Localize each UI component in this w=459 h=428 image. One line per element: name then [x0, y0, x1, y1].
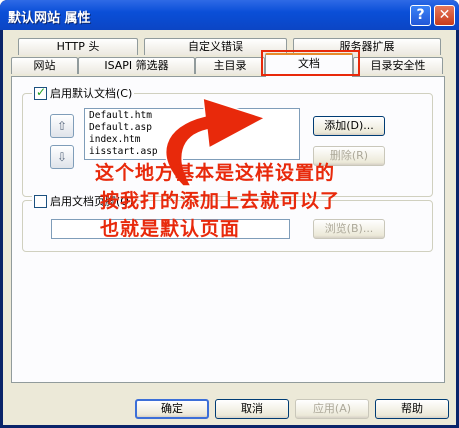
window-title: 默认网站 属性	[8, 11, 91, 26]
enable-footer-checkbox[interactable]	[34, 194, 47, 208]
move-down-button[interactable]: ⇩	[50, 145, 74, 169]
cancel-button[interactable]: 取消	[215, 399, 289, 419]
browse-button[interactable]: 浏览(B)...	[313, 219, 385, 239]
tab-home-directory[interactable]: 主目录	[195, 57, 265, 74]
tab-directory-security[interactable]: 目录安全性	[353, 57, 443, 74]
move-up-button[interactable]: ⇧	[50, 114, 74, 138]
ok-button[interactable]: 确定	[135, 399, 209, 419]
annotation-line-1: 这个地方基本是这样设置的	[95, 162, 336, 184]
tab-isapi-filters[interactable]: ISAPI 筛选器	[78, 57, 195, 74]
default-document-legend: 启用默认文档(C)	[32, 85, 135, 101]
help-title-button[interactable]: ?	[410, 5, 431, 26]
add-button[interactable]: 添加(D)...	[313, 116, 385, 136]
tab-highlight-box	[261, 50, 360, 76]
title-bar: 默认网站 属性 ? ✕	[0, 0, 459, 30]
enable-default-label[interactable]: 启用默认文档(C)	[50, 85, 132, 101]
help-button[interactable]: 帮助	[375, 399, 449, 419]
tab-website[interactable]: 网站	[11, 57, 78, 74]
annotation-line-2: 按我打的添加上去就可以了	[100, 190, 341, 212]
enable-default-checkbox[interactable]	[34, 85, 47, 100]
properties-window: 默认网站 属性 ? ✕ HTTP 头 自定义错误 服务器扩展 网站 ISAPI …	[0, 0, 459, 428]
close-button[interactable]: ✕	[434, 5, 455, 26]
tab-http-headers[interactable]: HTTP 头	[18, 38, 138, 55]
apply-button[interactable]: 应用(A)	[295, 399, 369, 419]
dialog-client: HTTP 头 自定义错误 服务器扩展 网站 ISAPI 筛选器 主目录 文档 目…	[3, 30, 456, 425]
annotation-line-3: 也就是默认页面	[100, 218, 241, 240]
